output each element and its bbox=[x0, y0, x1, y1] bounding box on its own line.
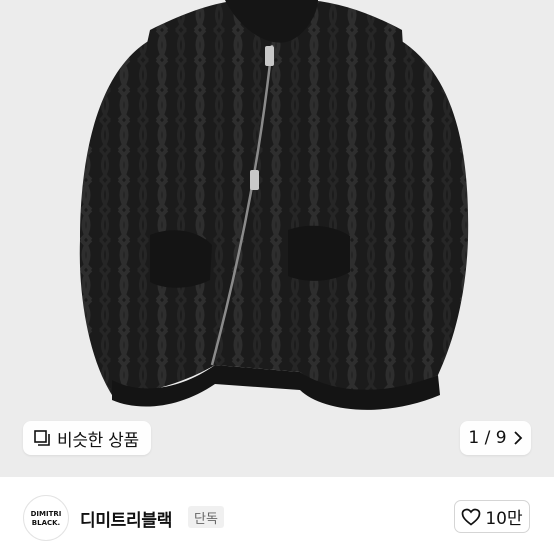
logo-line1: DIMITRI bbox=[31, 510, 62, 518]
product-photo bbox=[79, 0, 469, 410]
image-counter: 1 / 9 bbox=[468, 428, 507, 448]
like-count: 10만 bbox=[485, 509, 523, 529]
brand-logo-mark: DIMITRI BLACK. bbox=[31, 510, 62, 527]
image-counter-button[interactable]: 1 / 9 bbox=[460, 421, 531, 455]
similar-products-button[interactable]: 비슷한 상품 bbox=[23, 421, 151, 455]
product-image-gallery[interactable]: 비슷한 상품 1 / 9 bbox=[0, 0, 554, 477]
similar-products-label: 비슷한 상품 bbox=[57, 430, 139, 451]
brand-logo[interactable]: DIMITRI BLACK. bbox=[23, 495, 69, 541]
brand-name[interactable]: 디미트리블랙 bbox=[80, 506, 172, 531]
similar-products-icon bbox=[34, 430, 50, 446]
heart-icon bbox=[462, 508, 481, 526]
exclusive-badge: 단독 bbox=[188, 506, 224, 528]
logo-line2: BLACK. bbox=[32, 519, 60, 527]
chevron-right-icon bbox=[513, 431, 522, 445]
like-button[interactable]: 10만 bbox=[454, 500, 530, 533]
